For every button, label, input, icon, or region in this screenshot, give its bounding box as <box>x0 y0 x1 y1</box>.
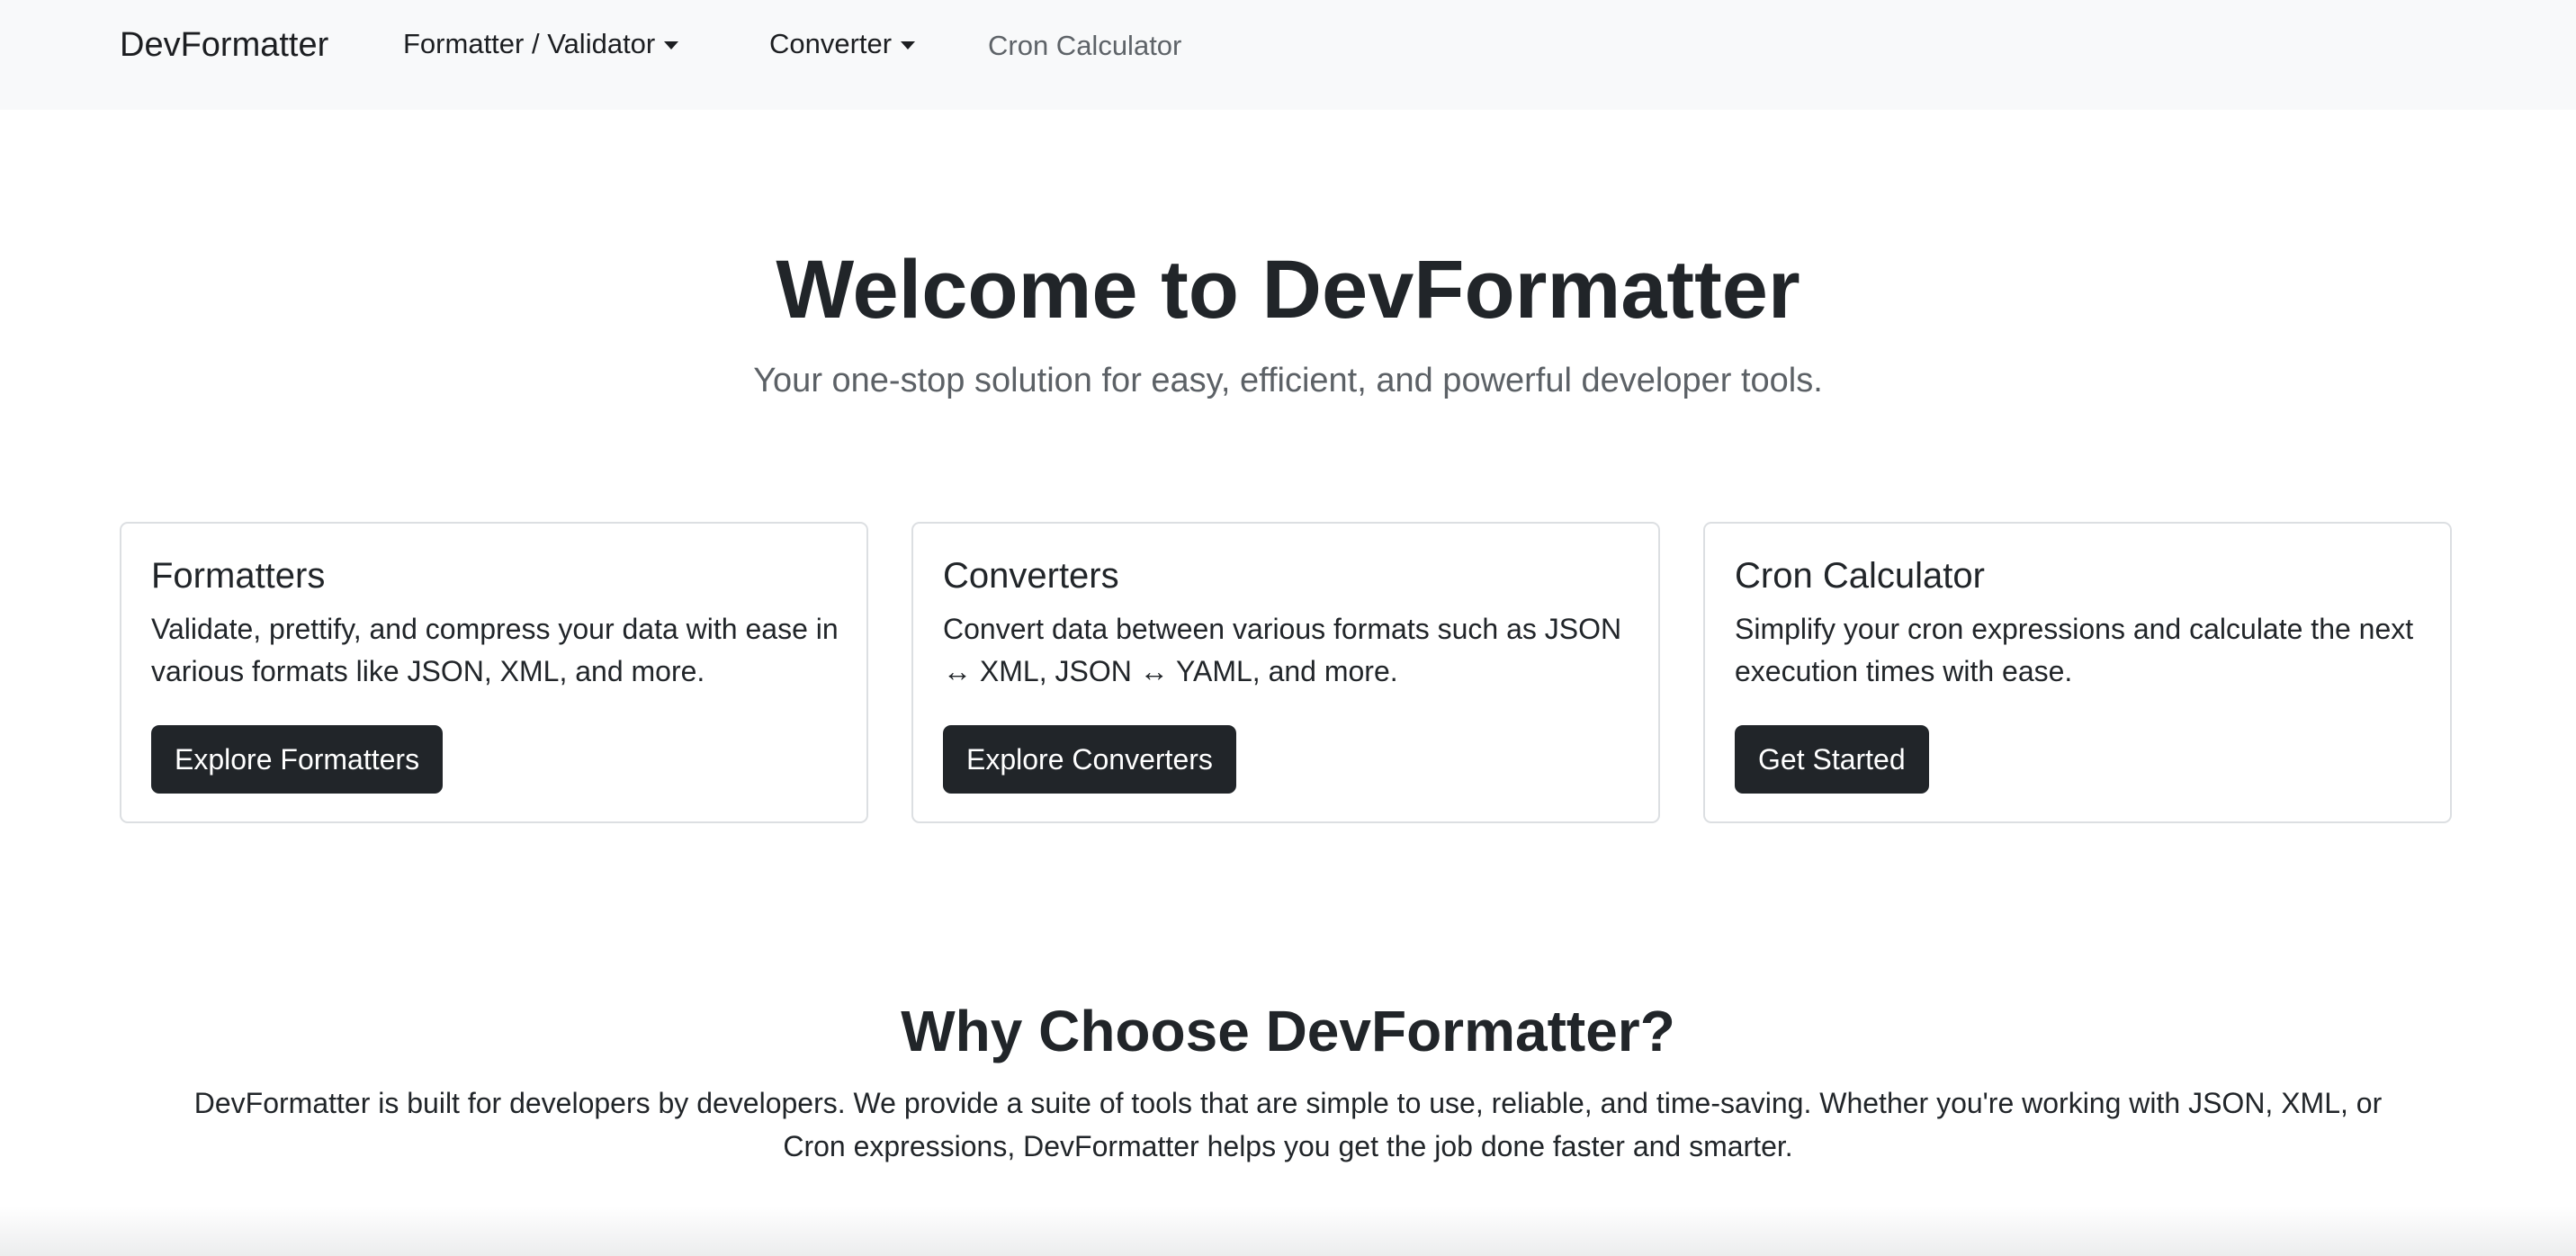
card-text: Convert data between various formats suc… <box>943 613 1622 687</box>
hero-title: Welcome to DevFormatter <box>776 244 1800 336</box>
card-converters: Converters Convert data between various … <box>911 522 1660 823</box>
nav-formatter-validator-dropdown[interactable]: Formatter / Validator <box>403 25 679 63</box>
card-title: Formatters <box>151 556 326 596</box>
nav-converter-dropdown[interactable]: Converter <box>769 25 916 63</box>
nav-converter-label: Converter <box>769 28 893 59</box>
explore-formatters-button[interactable]: Explore Formatters <box>151 725 444 794</box>
card-formatters: Formatters Validate, prettify, and compr… <box>120 522 868 823</box>
brand-link[interactable]: DevFormatter <box>120 23 328 67</box>
card-text: Simplify your cron expressions and calcu… <box>1735 613 2414 687</box>
card-text: Validate, prettify, and compress your da… <box>151 613 839 687</box>
nav-formatter-validator-label: Formatter / Validator <box>403 28 656 59</box>
card-title: Cron Calculator <box>1735 556 1985 596</box>
nav-cron-calculator-link[interactable]: Cron Calculator <box>988 27 1181 65</box>
chevron-down-icon <box>664 40 679 49</box>
explore-converters-button[interactable]: Explore Converters <box>943 725 1236 794</box>
chevron-down-icon <box>901 40 916 49</box>
card-cron-calculator: Cron Calculator Simplify your cron expre… <box>1703 522 2452 823</box>
top-navbar: DevFormatter Formatter / Validator Conve… <box>0 0 2576 110</box>
footer-shadow <box>0 1206 2576 1256</box>
hero-subtitle: Your one-stop solution for easy, efficie… <box>753 362 1823 399</box>
card-title: Converters <box>943 556 1119 596</box>
why-section-title: Why Choose DevFormatter? <box>901 999 1675 1063</box>
nav-cron-calculator-label: Cron Calculator <box>988 30 1182 61</box>
why-section-text: DevFormatter is built for developers by … <box>193 1087 2383 1162</box>
get-started-button[interactable]: Get Started <box>1735 725 1929 794</box>
